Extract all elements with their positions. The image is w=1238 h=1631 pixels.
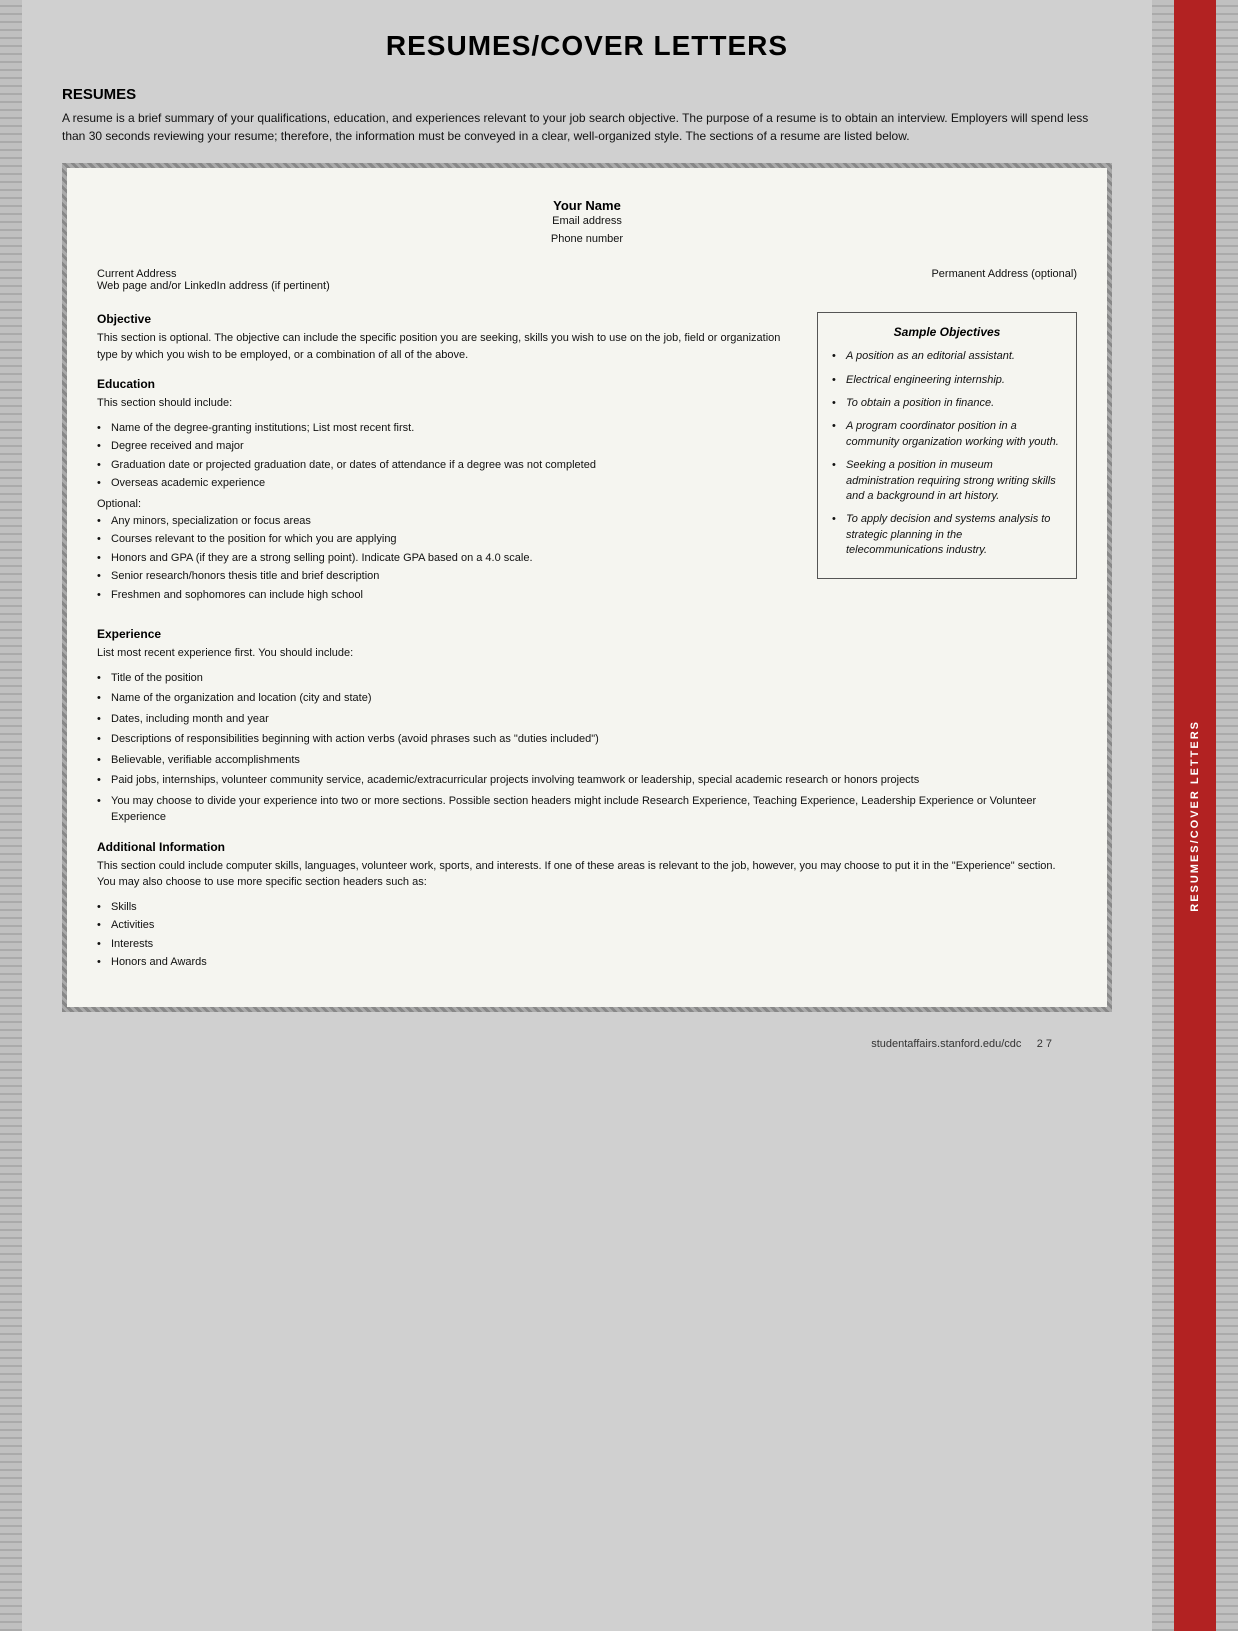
resume-email: Email address (97, 213, 1077, 231)
permanent-address-label: Permanent Address (optional) (931, 268, 1077, 292)
current-address-label: Current Address (97, 268, 330, 280)
footer-url: studentaffairs.stanford.edu/cdc (871, 1038, 1021, 1050)
resumes-heading: RESUMES (62, 86, 1112, 103)
sample-obj-1: A position as an editorial assistant. (832, 349, 1062, 364)
experience-section: Experience List most recent experience f… (97, 627, 1077, 826)
experience-list: Title of the position Name of the organi… (97, 670, 1077, 826)
sample-obj-3: To obtain a position in finance. (832, 396, 1062, 411)
additional-info-title: Additional Information (97, 840, 1077, 854)
exp-bullet-3: Dates, including month and year (97, 711, 1077, 728)
objective-section: Objective This section is optional. The … (97, 312, 801, 363)
exp-bullet-1: Title of the position (97, 670, 1077, 687)
resume-header: Your Name Email address Phone number (97, 198, 1077, 248)
objective-text: This section is optional. The objective … (97, 330, 801, 363)
optional-label: Optional: (97, 498, 801, 510)
add-bullet-4: Honors and Awards (97, 954, 1077, 971)
sample-obj-2: Electrical engineering internship. (832, 373, 1062, 388)
education-optional-list: Any minors, specialization or focus area… (97, 513, 801, 604)
opt-bullet-1: Any minors, specialization or focus area… (97, 513, 801, 530)
sample-obj-5: Seeking a position in museum administrat… (832, 458, 1062, 504)
sample-objectives-title: Sample Objectives (832, 325, 1062, 339)
resume-address-row: Current Address Web page and/or LinkedIn… (97, 268, 1077, 296)
sample-obj-6: To apply decision and systems analysis t… (832, 512, 1062, 558)
opt-bullet-3: Honors and GPA (if they are a strong sel… (97, 550, 801, 567)
additional-info-text: This section could include computer skil… (97, 858, 1077, 891)
add-bullet-3: Interests (97, 936, 1077, 953)
resume-name: Your Name (97, 198, 1077, 213)
objective-title: Objective (97, 312, 801, 326)
sidebar-right: RESUMES/COVER LETTERS (1174, 0, 1216, 1631)
additional-info-section: Additional Information This section coul… (97, 840, 1077, 971)
web-address-label: Web page and/or LinkedIn address (if per… (97, 280, 330, 292)
add-bullet-2: Activities (97, 917, 1077, 934)
edu-bullet-1: Name of the degree-granting institutions… (97, 420, 801, 437)
left-pattern (0, 0, 22, 1631)
edu-bullet-4: Overseas academic experience (97, 475, 801, 492)
right-pattern-outer (1152, 0, 1174, 1631)
resume-phone: Phone number (97, 231, 1077, 249)
resumes-intro: A resume is a brief summary of your qual… (62, 109, 1112, 145)
add-bullet-1: Skills (97, 899, 1077, 916)
exp-bullet-5: Believable, verifiable accomplishments (97, 752, 1077, 769)
sidebar-label: RESUMES/COVER LETTERS (1189, 720, 1201, 912)
education-intro: This section should include: (97, 395, 801, 412)
exp-bullet-4: Descriptions of responsibilities beginni… (97, 731, 1077, 748)
experience-title: Experience (97, 627, 1077, 641)
education-section: Education This section should include: N… (97, 377, 801, 603)
sample-objectives-list: A position as an editorial assistant. El… (832, 349, 1062, 558)
opt-bullet-2: Courses relevant to the position for whi… (97, 531, 801, 548)
footer-page: 2 7 (1037, 1038, 1052, 1050)
opt-bullet-4: Senior research/honors thesis title and … (97, 568, 801, 585)
page-title: RESUMES/COVER LETTERS (62, 30, 1112, 62)
exp-bullet-7: You may choose to divide your experience… (97, 793, 1077, 826)
exp-bullet-2: Name of the organization and location (c… (97, 690, 1077, 707)
edu-bullet-3: Graduation date or projected graduation … (97, 457, 801, 474)
sample-objectives-box: Sample Objectives A position as an edito… (817, 312, 1077, 579)
education-title: Education (97, 377, 801, 391)
additional-info-list: Skills Activities Interests Honors and A… (97, 899, 1077, 971)
experience-intro: List most recent experience first. You s… (97, 645, 1077, 662)
right-pattern-far (1216, 0, 1238, 1631)
edu-bullet-2: Degree received and major (97, 438, 801, 455)
resume-template-box: Your Name Email address Phone number Cur… (62, 163, 1112, 1012)
sample-obj-4: A program coordinator position in a comm… (832, 419, 1062, 450)
opt-bullet-5: Freshmen and sophomores can include high… (97, 587, 801, 604)
exp-bullet-6: Paid jobs, internships, volunteer commun… (97, 772, 1077, 789)
education-required-list: Name of the degree-granting institutions… (97, 420, 801, 492)
footer: studentaffairs.stanford.edu/cdc 2 7 (62, 1032, 1112, 1056)
